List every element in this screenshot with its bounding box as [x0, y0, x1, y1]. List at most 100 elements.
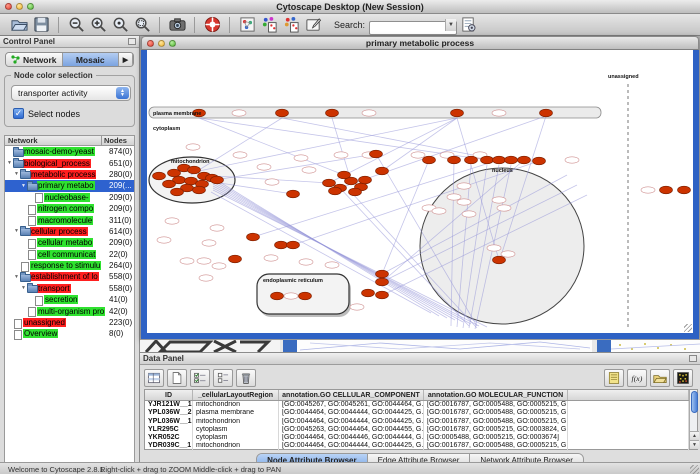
function-builder-icon[interactable]: f(x): [627, 369, 647, 387]
scroll-up-icon[interactable]: ▲: [690, 431, 699, 440]
network-node[interactable]: [153, 172, 166, 180]
network-node[interactable]: [376, 291, 389, 299]
table-cell[interactable]: mitochondrion: [193, 401, 279, 409]
table-cell[interactable]: YDR039C__1: [145, 442, 193, 450]
tab-mosaic[interactable]: Mosaic: [63, 53, 120, 66]
table-row[interactable]: YPL036W__2plasma membrane[GO:0044464, GO…: [145, 409, 689, 417]
table-cell[interactable]: [568, 442, 689, 450]
network-node-collapsed[interactable]: [325, 262, 339, 268]
search-dropdown-arrow[interactable]: ▼: [445, 19, 456, 31]
network-node[interactable]: [271, 292, 284, 300]
search-config-icon[interactable]: [457, 15, 479, 35]
float-data-panel-icon[interactable]: [689, 355, 697, 362]
network-node[interactable]: [287, 190, 300, 198]
network-node[interactable]: [376, 270, 389, 278]
table-row[interactable]: YKR052Ccytoplasm[GO:0044464, GO:0044446,…: [145, 434, 689, 442]
attribute-notes-icon[interactable]: [604, 369, 624, 387]
network-node-collapsed[interactable]: [302, 167, 316, 173]
network-node-collapsed[interactable]: [492, 197, 506, 203]
tree-item-response-to-stimulu[interactable]: response to stimulu264(0): [5, 260, 134, 271]
table-row[interactable]: YLR295Ccytoplasm[GO:0045263, GO:0044464,…: [145, 426, 689, 434]
tree-item-macromolecule[interactable]: macromolecule311(0): [5, 214, 134, 225]
table-cell[interactable]: YKR052C: [145, 434, 193, 442]
network-node[interactable]: [465, 156, 478, 164]
scroll-down-icon[interactable]: ▼: [690, 440, 699, 449]
table-cell[interactable]: [568, 434, 689, 442]
table-row[interactable]: YJR121W__1mitochondrion[GO:0045267, GO:0…: [145, 401, 689, 409]
column-header-annotation-go-cellular-component[interactable]: annotation.GO CELLULAR_COMPONENT: [279, 390, 424, 400]
network-node[interactable]: [188, 166, 201, 174]
network-node[interactable]: [171, 188, 184, 196]
network-node[interactable]: [359, 176, 372, 184]
float-panel-icon[interactable]: [128, 38, 136, 45]
window-resize-grip[interactable]: [684, 324, 692, 332]
network-overview-icon[interactable]: [236, 15, 258, 35]
unselect-attributes-icon[interactable]: [213, 369, 233, 387]
tree-item-primary-metabo[interactable]: ▼primary metabo209(...: [5, 180, 134, 191]
table-cell[interactable]: mitochondrion: [193, 442, 279, 450]
network-node-collapsed[interactable]: [457, 199, 471, 205]
network-node[interactable]: [323, 179, 336, 187]
network-node-collapsed[interactable]: [457, 183, 471, 189]
network-node-collapsed[interactable]: [294, 155, 308, 161]
network-node-collapsed[interactable]: [257, 164, 271, 170]
network-node[interactable]: [229, 255, 242, 263]
network-node[interactable]: [247, 233, 260, 241]
table-cell[interactable]: [GO:0016787, GO:0005488, GO:0005215, G..…: [424, 409, 568, 417]
table-cell[interactable]: [GO:0016787, GO:0005488, GO:0005215, G..…: [424, 442, 568, 450]
network-node-collapsed[interactable]: [202, 240, 216, 246]
table-cell[interactable]: cytoplasm: [193, 426, 279, 434]
table-cell[interactable]: [GO:0016787, GO:0005488, GO:0005215, G..…: [424, 418, 568, 426]
network-window-titlebar[interactable]: primary metabolic process: [141, 36, 699, 50]
network-node[interactable]: [211, 176, 224, 184]
save-icon[interactable]: [30, 15, 52, 35]
tree-item-biological-process[interactable]: ▼biological_process651(0): [5, 157, 134, 168]
attribute-table-icon[interactable]: [144, 369, 164, 387]
network-node-collapsed[interactable]: [180, 258, 194, 264]
table-row[interactable]: YDR039C__1mitochondrion[GO:0044464, GO:0…: [145, 442, 689, 450]
table-cell[interactable]: [568, 418, 689, 426]
table-cell[interactable]: [GO:0044464, GO:0044444, GO:0044425, G..…: [279, 418, 424, 426]
network-node[interactable]: [276, 109, 289, 117]
zoom-fit-icon[interactable]: [109, 15, 131, 35]
tree-item-mosaic-demo-yeast[interactable]: mosaic-demo-yeast874(0): [5, 146, 134, 157]
tree-item-multi-organism-pro[interactable]: multi-organism pro42(0): [5, 305, 134, 316]
select-attributes-icon[interactable]: [190, 369, 210, 387]
network-node[interactable]: [326, 109, 339, 117]
table-scrollbar[interactable]: ▲ ▼: [689, 390, 697, 449]
table-cell[interactable]: [GO:0045267, GO:0045261, GO:0044464, G..…: [279, 401, 424, 409]
tree-item-secretion[interactable]: secretion41(0): [5, 294, 134, 305]
app-resize-grip[interactable]: [690, 465, 699, 474]
network-node-collapsed[interactable]: [501, 251, 515, 257]
network-node-collapsed[interactable]: [233, 152, 247, 158]
table-cell[interactable]: YPL036W__2: [145, 409, 193, 417]
table-cell[interactable]: [568, 401, 689, 409]
network-node[interactable]: [329, 187, 342, 195]
new-attribute-icon[interactable]: [167, 369, 187, 387]
tree-expand-icon[interactable]: ▼: [13, 171, 20, 177]
tab-network[interactable]: Network: [6, 53, 63, 66]
network-node-collapsed[interactable]: [210, 225, 224, 231]
table-cell[interactable]: YJR121W__1: [145, 401, 193, 409]
network-node-collapsed[interactable]: [641, 187, 655, 193]
tree-expand-icon[interactable]: ▼: [13, 228, 20, 234]
network-node[interactable]: [448, 156, 461, 164]
network-node-collapsed[interactable]: [186, 144, 200, 150]
network-node-collapsed[interactable]: [565, 157, 579, 163]
table-cell[interactable]: [GO:0044464, GO:0044444, GO:0044425, G..…: [279, 409, 424, 417]
table-cell[interactable]: [568, 409, 689, 417]
network-node-collapsed[interactable]: [411, 152, 425, 158]
network-node[interactable]: [451, 109, 464, 117]
snapshot-icon[interactable]: [166, 15, 188, 35]
import-attributes-icon[interactable]: [650, 369, 670, 387]
network-node[interactable]: [540, 109, 553, 117]
network-node-collapsed[interactable]: [265, 179, 279, 185]
tree-item-nitrogen-compo[interactable]: nitrogen compo209(0): [5, 203, 134, 214]
tree-item-transport[interactable]: ▼transport558(0): [5, 283, 134, 294]
network-node-collapsed[interactable]: [362, 110, 376, 116]
network-node[interactable]: [533, 157, 546, 165]
network-node[interactable]: [370, 150, 383, 158]
network-node[interactable]: [493, 256, 506, 264]
help-icon[interactable]: [201, 15, 223, 35]
table-cell[interactable]: [GO:0044464, GO:0044444, GO:0044425, G..…: [279, 442, 424, 450]
